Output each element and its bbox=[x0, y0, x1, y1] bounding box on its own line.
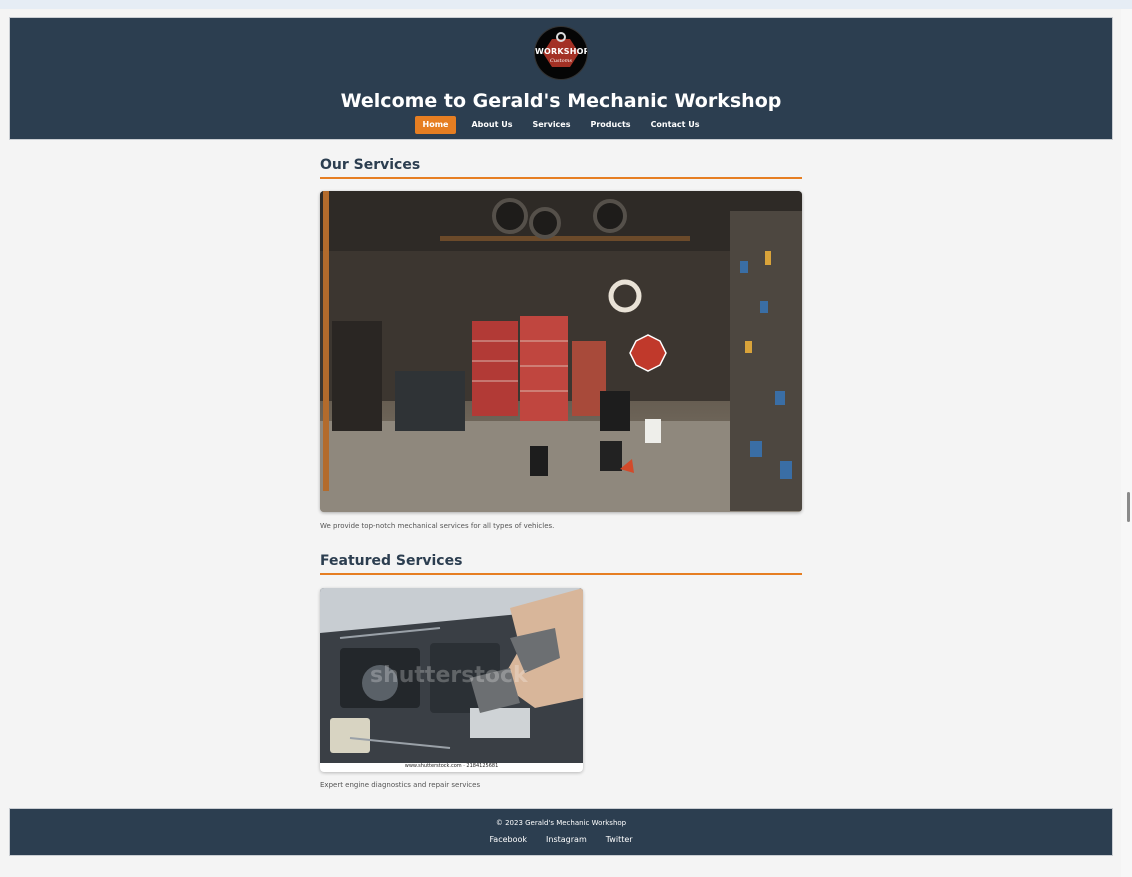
garage-illustration bbox=[320, 191, 802, 512]
site-header: WORKSHOP Customs Welcome to Gerald's Mec… bbox=[9, 17, 1113, 140]
instagram-link[interactable]: Instagram bbox=[546, 835, 587, 844]
services-description: We provide top-notch mechanical services… bbox=[320, 522, 555, 530]
page-title: Welcome to Gerald's Mechanic Workshop bbox=[340, 90, 782, 112]
image-caption: www.shutterstock.com · 2184125681 bbox=[404, 763, 499, 769]
scrollbar-thumb[interactable] bbox=[1127, 492, 1130, 522]
gear-icon bbox=[556, 32, 566, 42]
services-heading: Our Services bbox=[320, 157, 802, 179]
stock-watermark: shutterstock bbox=[370, 663, 528, 688]
logo-text: WORKSHOP bbox=[535, 47, 587, 56]
featured-services-heading: Featured Services bbox=[320, 553, 802, 575]
nav-services[interactable]: Services bbox=[524, 116, 578, 134]
nav-home[interactable]: Home bbox=[414, 116, 457, 134]
workshop-logo[interactable]: WORKSHOP Customs bbox=[535, 27, 587, 79]
site-footer: © 2023 Gerald's Mechanic Workshop Facebo… bbox=[9, 808, 1113, 856]
logo-subtext: Customs bbox=[550, 58, 572, 64]
nav-contact-us[interactable]: Contact Us bbox=[643, 116, 708, 134]
facebook-link[interactable]: Facebook bbox=[489, 835, 527, 844]
featured-service-description: Expert engine diagnostics and repair ser… bbox=[320, 781, 481, 789]
social-links: Facebook Instagram Twitter bbox=[10, 835, 1112, 844]
twitter-link[interactable]: Twitter bbox=[606, 835, 633, 844]
featured-service-card[interactable]: shutterstock www.shutterstock.com · 2184… bbox=[320, 588, 583, 772]
scrollbar-track[interactable] bbox=[1121, 9, 1132, 877]
browser-top-strip bbox=[0, 0, 1132, 9]
copyright-text: © 2023 Gerald's Mechanic Workshop bbox=[495, 819, 627, 827]
garage-photo bbox=[320, 191, 802, 512]
main-nav: Home About Us Services Products Contact … bbox=[10, 116, 1112, 134]
nav-products[interactable]: Products bbox=[583, 116, 639, 134]
nav-about-us[interactable]: About Us bbox=[463, 116, 520, 134]
engine-repair-photo: shutterstock bbox=[320, 588, 583, 763]
